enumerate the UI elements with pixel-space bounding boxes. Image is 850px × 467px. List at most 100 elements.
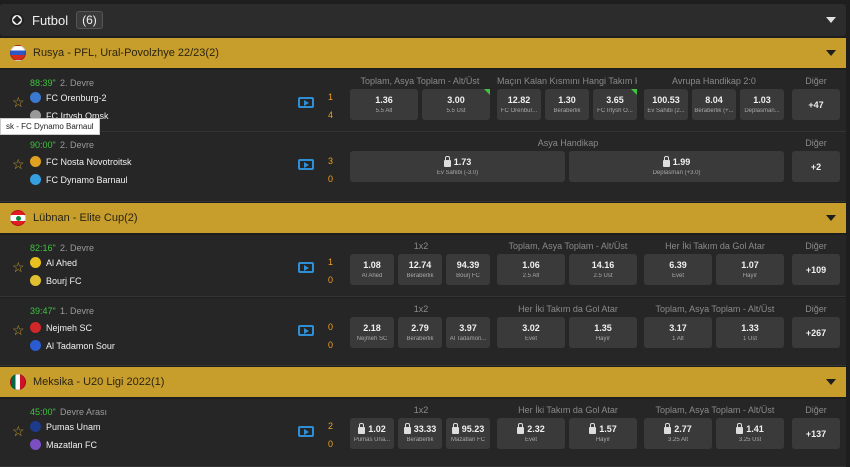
- odds-button[interactable]: 14.16 2.5 Üst: [569, 254, 637, 285]
- match-time: 82:16": [30, 243, 56, 253]
- odds-button[interactable]: 8.04 Beraberlik (+...: [692, 89, 736, 120]
- odds-button[interactable]: 12.74 Beraberlik: [398, 254, 442, 285]
- home-team[interactable]: Al Ahed: [30, 257, 77, 268]
- favorite-star-icon[interactable]: ☆: [12, 94, 25, 111]
- match-period: 2. Devre: [60, 78, 95, 88]
- odds-button[interactable]: 1.06 2.5 Alt: [497, 254, 565, 285]
- live-stream-icon[interactable]: [298, 325, 314, 336]
- league-header-mexico[interactable]: Meksika - U20 Ligi 2022(1): [0, 367, 846, 397]
- live-stream-icon[interactable]: [298, 97, 314, 108]
- match-time: 45:00": [30, 407, 56, 417]
- away-team[interactable]: Mazatlan FC: [30, 439, 97, 450]
- away-team[interactable]: Al Tadamon Sour: [30, 340, 115, 351]
- other-markets-title: Diğer: [805, 138, 827, 148]
- favorite-star-icon[interactable]: ☆: [12, 259, 25, 276]
- team-crest-icon: [30, 439, 41, 450]
- odds-button[interactable]: 100.53 Ev Sahibi (2...: [644, 89, 688, 120]
- lock-icon: [358, 422, 366, 434]
- odds-button[interactable]: 1.36 5.5 Alt: [350, 89, 418, 120]
- market-title: Her İki Takım da Gol Atar: [665, 241, 765, 251]
- odds-button[interactable]: 1.35 Hayır: [569, 317, 637, 348]
- home-score: 1: [328, 92, 334, 102]
- favorite-star-icon[interactable]: ☆: [12, 423, 25, 440]
- match-time: 39:47": [30, 306, 56, 316]
- odds-button[interactable]: 3.97 Al Tadamon...: [446, 317, 490, 348]
- odds-button[interactable]: 1.30 Beraberlik: [545, 89, 589, 120]
- market-title: Toplam, Asya Toplam - Alt/Üst: [508, 241, 628, 251]
- odds-button[interactable]: 3.02 Evet: [497, 317, 565, 348]
- sport-count-badge: (6): [76, 11, 103, 29]
- away-team[interactable]: FC Dynamo Barnaul: [30, 174, 128, 185]
- odds-button[interactable]: 1.57 Hayır: [569, 418, 637, 449]
- odds-button[interactable]: 2.79 Beraberlik: [398, 317, 442, 348]
- home-team[interactable]: FC Nosta Novotroitsk: [30, 156, 132, 167]
- team-name: FC Nosta Novotroitsk: [46, 156, 132, 167]
- odds-button[interactable]: 33.33 Beraberlik: [398, 418, 442, 449]
- odds-button[interactable]: 2.18 Nejmeh SC: [350, 317, 394, 348]
- other-markets-title: Diğer: [805, 76, 827, 86]
- league-header-russia[interactable]: Rusya - PFL, Ural-Povolzhye 22/23(2): [0, 38, 846, 68]
- chevron-down-icon[interactable]: [826, 50, 836, 56]
- away-score: 0: [328, 340, 334, 350]
- lebanon-flag-icon: [10, 210, 26, 226]
- more-markets-button[interactable]: +2: [792, 151, 840, 182]
- odds-button[interactable]: 1.02 Pumas Una...: [350, 418, 394, 449]
- away-score: 0: [328, 174, 334, 184]
- odds-button[interactable]: 6.39 Evet: [644, 254, 712, 285]
- more-markets-button[interactable]: +137: [792, 418, 840, 449]
- home-team[interactable]: Nejmeh SC: [30, 322, 92, 333]
- odds-button[interactable]: 95.23 Mazatlan FC: [446, 418, 490, 449]
- match-period: 1. Devre: [60, 306, 95, 316]
- sport-header-football[interactable]: Futbol (6): [0, 4, 846, 36]
- team-name: Al Ahed: [46, 257, 78, 268]
- odds-button[interactable]: 94.39 Bourj FC: [446, 254, 490, 285]
- team-name: FC Dynamo Barnaul: [46, 174, 128, 185]
- football-icon: [10, 13, 24, 27]
- more-markets-button[interactable]: +109: [792, 254, 840, 285]
- more-markets-button[interactable]: +267: [792, 317, 840, 348]
- home-score: 0: [328, 322, 334, 332]
- team-crest-icon: [30, 275, 41, 286]
- odds-button[interactable]: 3.65 FC Irtysh O...: [593, 89, 637, 120]
- lock-icon: [517, 422, 525, 434]
- chevron-down-icon[interactable]: [826, 379, 836, 385]
- live-stream-icon[interactable]: [298, 262, 314, 273]
- market-title: Asya Handikap: [537, 138, 599, 148]
- odds-button[interactable]: 1.07 Hayır: [716, 254, 784, 285]
- live-stream-icon[interactable]: [298, 159, 314, 170]
- odds-button[interactable]: 2.32 Evet: [497, 418, 565, 449]
- more-markets-button[interactable]: +47: [792, 89, 840, 120]
- away-score: 0: [328, 275, 334, 285]
- match-period: 2. Devre: [60, 243, 95, 253]
- chevron-down-icon[interactable]: [826, 215, 836, 221]
- odds-button[interactable]: 1.73 Ev Sahibi (-3.0): [350, 151, 565, 182]
- team-crest-icon: [30, 257, 41, 268]
- market-title: 1x2: [413, 405, 429, 415]
- home-team[interactable]: FC Orenburg-2: [30, 92, 107, 103]
- match-time: 88:39": [30, 78, 56, 88]
- odds-button[interactable]: 2.77 3.25 Alt: [644, 418, 712, 449]
- odds-button[interactable]: 3.00 5.5 Üst: [422, 89, 490, 120]
- favorite-star-icon[interactable]: ☆: [12, 156, 25, 173]
- home-team[interactable]: Pumas Unam: [30, 421, 101, 432]
- odds-button[interactable]: 1.41 3.25 Üst: [716, 418, 784, 449]
- league-header-lebanon[interactable]: Lübnan - Elite Cup(2): [0, 203, 846, 233]
- lock-icon: [736, 422, 744, 434]
- chevron-down-icon[interactable]: [826, 17, 836, 23]
- market-title: Her İki Takım da Gol Atar: [518, 405, 618, 415]
- match-period: 2. Devre: [60, 140, 95, 150]
- odds-button[interactable]: 1.99 Deplasman (+3.0): [569, 151, 784, 182]
- team-crest-icon: [30, 421, 41, 432]
- odds-button[interactable]: 3.17 1 Alt: [644, 317, 712, 348]
- odds-button[interactable]: 12.82 FC Orenbur...: [497, 89, 541, 120]
- market-title: Toplam, Asya Toplam - Alt/Üst: [360, 76, 480, 86]
- away-team[interactable]: Bourj FC: [30, 275, 82, 286]
- live-stream-icon[interactable]: [298, 426, 314, 437]
- favorite-star-icon[interactable]: ☆: [12, 322, 25, 339]
- odds-button[interactable]: 1.03 Deplasman...: [740, 89, 784, 120]
- odds-button[interactable]: 1.33 1 Üst: [716, 317, 784, 348]
- team-crest-icon: [30, 322, 41, 333]
- home-score: 3: [328, 156, 334, 166]
- odds-button[interactable]: 1.08 Al Ahed: [350, 254, 394, 285]
- match-row: 88:39" 2. Devre ☆ FC Orenburg-2 FC Irtys…: [0, 70, 846, 132]
